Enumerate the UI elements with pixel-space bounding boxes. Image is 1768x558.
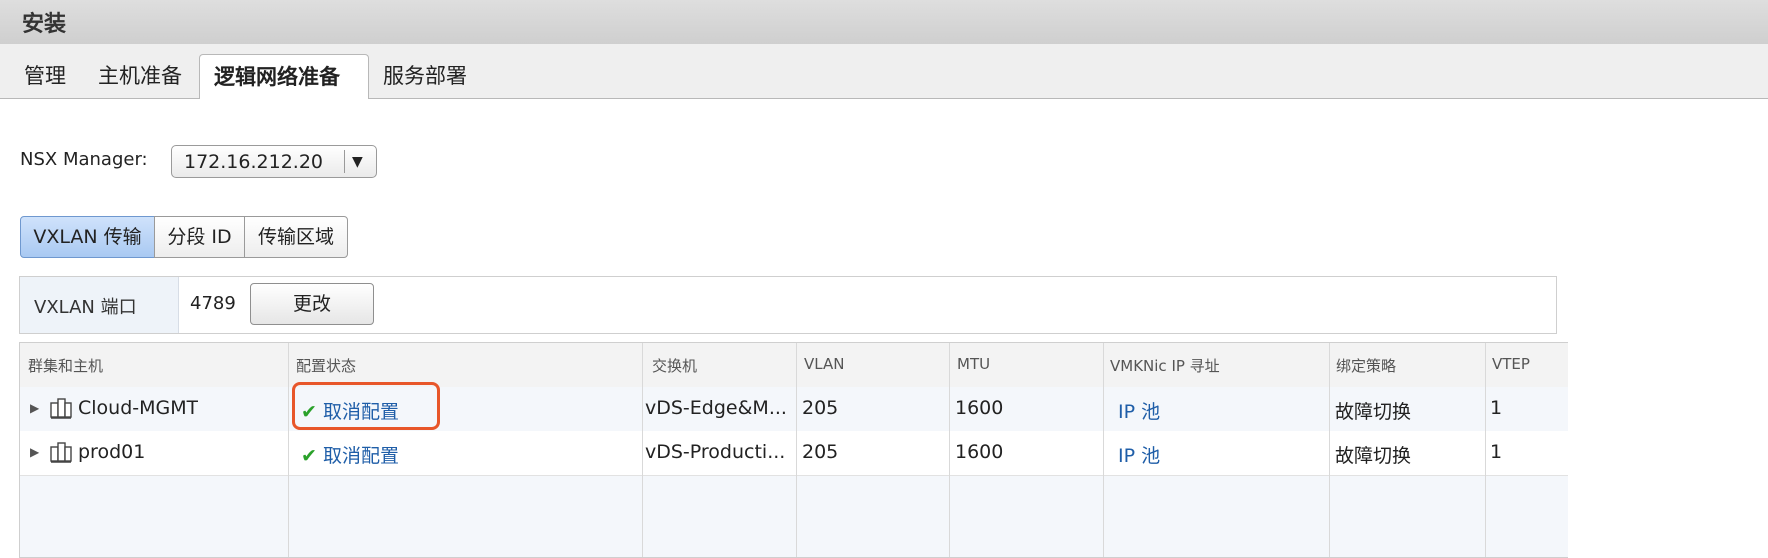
ip-pool-link[interactable]: IP 池 <box>1118 397 1160 424</box>
column-divider <box>642 343 643 557</box>
cluster-table: 群集和主机 配置状态 交换机 VLAN MTU VMKNic IP 寻址 绑定策… <box>19 342 1568 558</box>
expand-arrow-icon[interactable]: ▶ <box>30 445 39 459</box>
table-row[interactable]: ▶ Cloud-MGMT ✔ 取消配置 vDS-Edge&M... 205 16… <box>20 387 1568 432</box>
cluster-icon <box>50 442 72 463</box>
column-header-switch[interactable]: 交换机 <box>652 355 697 376</box>
vlan-value: 205 <box>802 441 839 463</box>
subtab-transport-zones[interactable]: 传输区域 <box>244 216 348 258</box>
column-header-vtep[interactable]: VTEP <box>1492 355 1530 373</box>
tab-logical-network-prep[interactable]: 逻辑网络准备 <box>199 54 369 99</box>
table-row[interactable]: ▶ prod01 ✔ 取消配置 vDS-Producti... 205 1600… <box>20 431 1568 476</box>
column-header-vmknic-ip[interactable]: VMKNic IP 寻址 <box>1110 355 1220 376</box>
vtep-count: 1 <box>1490 397 1503 419</box>
table-header: 群集和主机 配置状态 交换机 VLAN MTU VMKNic IP 寻址 绑定策… <box>20 343 1568 388</box>
window-title: 安装 <box>22 12 67 37</box>
nsx-manager-value: 172.16.212.20 <box>184 151 324 173</box>
column-divider <box>1329 343 1330 557</box>
column-header-teaming-policy[interactable]: 绑定策略 <box>1336 355 1396 376</box>
column-header-clusters-hosts[interactable]: 群集和主机 <box>28 355 103 376</box>
column-divider <box>1485 343 1486 557</box>
dropdown-divider <box>344 150 345 173</box>
column-header-config-status[interactable]: 配置状态 <box>296 355 356 376</box>
tab-service-deployment[interactable]: 服务部署 <box>383 54 467 98</box>
column-divider <box>1103 343 1104 557</box>
cluster-name[interactable]: prod01 <box>78 441 145 463</box>
column-divider <box>796 343 797 557</box>
subtab-vxlan-transport[interactable]: VXLAN 传输 <box>20 216 155 258</box>
column-header-vlan[interactable]: VLAN <box>804 355 844 373</box>
unconfigure-link[interactable]: 取消配置 <box>323 445 399 467</box>
checkmark-icon: ✔ <box>301 445 317 467</box>
empty-table-area <box>20 476 1568 557</box>
chevron-down-icon[interactable]: ▼ <box>352 154 363 170</box>
change-port-button[interactable]: 更改 <box>250 283 374 325</box>
column-divider <box>288 343 289 557</box>
cluster-icon <box>50 398 72 419</box>
mtu-value: 1600 <box>955 441 1004 463</box>
nsx-manager-label: NSX Manager: <box>20 149 148 170</box>
subtab-segment-id[interactable]: 分段 ID <box>154 216 245 258</box>
teaming-policy: 故障切换 <box>1335 401 1412 423</box>
vxlan-port-label-cell: VXLAN 端口 <box>20 277 179 333</box>
column-divider <box>949 343 950 557</box>
expand-arrow-icon[interactable]: ▶ <box>30 401 39 415</box>
ip-pool-link[interactable]: IP 池 <box>1118 441 1160 468</box>
vtep-count: 1 <box>1490 441 1503 463</box>
vxlan-port-value: 4789 <box>190 293 236 314</box>
tab-manage[interactable]: 管理 <box>24 54 66 98</box>
switch-name: vDS-Producti... <box>645 441 786 463</box>
window-titlebar: 安装 <box>0 0 1768 45</box>
cluster-name[interactable]: Cloud-MGMT <box>78 397 198 419</box>
vlan-value: 205 <box>802 397 839 419</box>
tab-host-prep[interactable]: 主机准备 <box>98 54 182 98</box>
mtu-value: 1600 <box>955 397 1004 419</box>
config-status[interactable]: ✔ 取消配置 <box>301 441 399 468</box>
column-header-mtu[interactable]: MTU <box>957 355 990 373</box>
vxlan-port-label: VXLAN 端口 <box>34 297 137 318</box>
nsx-manager-dropdown[interactable]: 172.16.212.20 ▼ <box>171 145 377 178</box>
highlight-annotation <box>292 382 440 430</box>
switch-name: vDS-Edge&M... <box>645 397 787 419</box>
teaming-policy: 故障切换 <box>1335 445 1412 467</box>
main-tab-strip: 管理 主机准备 逻辑网络准备 服务部署 <box>0 44 1768 99</box>
vxlan-port-panel: VXLAN 端口 4789 更改 <box>19 276 1557 334</box>
